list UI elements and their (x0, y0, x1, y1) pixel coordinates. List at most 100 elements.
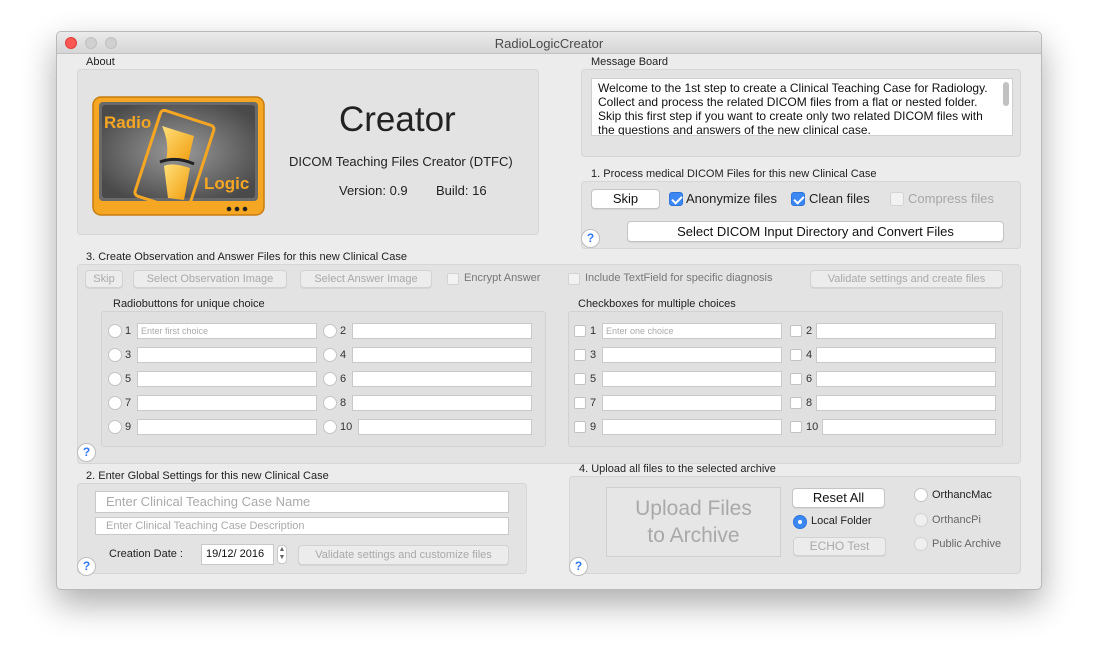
radio-choices-label: Radiobuttons for unique choice (113, 298, 265, 310)
checkbox-choice-10[interactable] (790, 421, 802, 433)
radio-choice-1[interactable] (108, 324, 122, 338)
step3-skip-button[interactable]: Skip (85, 270, 123, 288)
checkbox-choice-5[interactable] (574, 373, 586, 385)
checkbox-choice-4[interactable] (790, 349, 802, 361)
checkbox-choice-2[interactable] (790, 325, 802, 337)
message-board-panel: Welcome to the 1st step to create a Clin… (581, 69, 1021, 157)
checkbox-choice-field-1[interactable]: Enter one choice (602, 323, 782, 339)
anonymize-label: Anonymize files (686, 191, 778, 206)
radio-choice-number: 9 (125, 421, 132, 433)
checkbox-choice-number: 4 (806, 349, 813, 361)
upload-files-button[interactable]: Upload Files to Archive (606, 487, 781, 557)
checkbox-choice-number: 10 (806, 421, 819, 433)
about-label: About (86, 56, 115, 68)
radio-choice-5[interactable] (108, 372, 122, 386)
radio-choice-9[interactable] (108, 420, 122, 434)
orthanc-mac-radio[interactable] (914, 488, 928, 502)
checkbox-choice-field-8[interactable] (816, 395, 996, 411)
app-window: RadioLogicCreator About Radio Logic Crea… (56, 31, 1042, 590)
date-stepper[interactable]: ▲ ▼ (277, 545, 287, 564)
radiologic-logo: Radio Logic (92, 96, 265, 216)
radio-choice-3[interactable] (108, 348, 122, 362)
include-textfield-label: Include TextField for specific diagnosis (585, 272, 773, 284)
step4-help-button[interactable]: ? (569, 557, 588, 576)
radio-choice-field-2[interactable] (352, 323, 532, 339)
clean-files-label: Clean files (809, 191, 870, 206)
radio-choice-field-9[interactable] (137, 419, 317, 435)
echo-test-button[interactable]: ECHO Test (793, 537, 886, 556)
local-folder-radio[interactable] (793, 515, 807, 529)
step3-panel: Skip Select Observation Image Select Ans… (77, 264, 1021, 464)
radio-choice-field-1[interactable]: Enter first choice (137, 323, 317, 339)
select-answer-button[interactable]: Select Answer Image (300, 270, 432, 288)
radio-choice-field-4[interactable] (352, 347, 532, 363)
reset-all-button[interactable]: Reset All (792, 488, 885, 508)
checkbox-choice-field-3[interactable] (602, 347, 782, 363)
radio-choice-field-5[interactable] (137, 371, 317, 387)
radio-choice-field-10[interactable] (358, 419, 532, 435)
orthanc-pi-radio[interactable] (914, 513, 928, 527)
message-board-text: Welcome to the 1st step to create a Clin… (591, 78, 1013, 136)
compress-label: Compress files (908, 191, 994, 206)
radio-choice-10[interactable] (323, 420, 337, 434)
step1-help-button[interactable]: ? (581, 229, 600, 248)
radio-choice-field-3[interactable] (137, 347, 317, 363)
message-scrollbar[interactable] (1003, 82, 1009, 106)
title-bar: RadioLogicCreator (57, 32, 1041, 54)
step4-label: 4. Upload all files to the selected arch… (579, 463, 776, 475)
app-name: Creator (339, 100, 456, 139)
select-dicom-directory-button[interactable]: Select DICOM Input Directory and Convert… (627, 221, 1004, 242)
checkbox-choice-field-9[interactable] (602, 419, 782, 435)
checkbox-choice-6[interactable] (790, 373, 802, 385)
radio-choice-7[interactable] (108, 396, 122, 410)
radio-choice-8[interactable] (323, 396, 337, 410)
public-archive-label: Public Archive (932, 538, 1002, 550)
checkbox-choice-8[interactable] (790, 397, 802, 409)
validate-create-files-button[interactable]: Validate settings and create files (810, 270, 1003, 288)
step1-skip-button[interactable]: Skip (591, 189, 660, 209)
validate-customize-button[interactable]: Validate settings and customize files (298, 545, 509, 565)
compress-checkbox[interactable] (890, 192, 904, 206)
step2-panel: Enter Clinical Teaching Case Name Enter … (77, 483, 527, 576)
checkbox-choice-field-5[interactable] (602, 371, 782, 387)
public-archive-radio[interactable] (914, 537, 928, 551)
case-description-input[interactable]: Enter Clinical Teaching Case Description (95, 517, 509, 535)
radio-choice-2[interactable] (323, 324, 337, 338)
anonymize-checkbox[interactable] (669, 192, 683, 206)
creation-date-label: Creation Date : (109, 548, 183, 560)
checkbox-choice-number: 9 (590, 421, 597, 433)
checkbox-choice-number: 3 (590, 349, 597, 361)
radio-choice-6[interactable] (323, 372, 337, 386)
clean-files-checkbox[interactable] (791, 192, 805, 206)
checkbox-choice-field-2[interactable] (816, 323, 996, 339)
checkbox-choice-9[interactable] (574, 421, 586, 433)
version-text: Version: 0.9 (339, 183, 408, 198)
step3-help-button[interactable]: ? (77, 443, 96, 462)
radio-choice-4[interactable] (323, 348, 337, 362)
case-name-input[interactable]: Enter Clinical Teaching Case Name (95, 491, 509, 513)
encrypt-answer-checkbox[interactable] (447, 273, 459, 285)
checkbox-choice-field-10[interactable] (822, 419, 996, 435)
local-folder-label: Local Folder (811, 515, 872, 527)
radio-choice-field-8[interactable] (352, 395, 532, 411)
checkbox-choice-field-4[interactable] (816, 347, 996, 363)
step2-label: 2. Enter Global Settings for this new Cl… (86, 470, 329, 482)
checkbox-choice-field-6[interactable] (816, 371, 996, 387)
select-observation-button[interactable]: Select Observation Image (133, 270, 287, 288)
checkbox-choice-3[interactable] (574, 349, 586, 361)
checkbox-choice-number: 7 (590, 397, 597, 409)
window-title: RadioLogicCreator (494, 36, 604, 51)
radio-choice-field-6[interactable] (352, 371, 532, 387)
checkbox-choice-1[interactable] (574, 325, 586, 337)
checkbox-choice-field-7[interactable] (602, 395, 782, 411)
encrypt-answer-label: Encrypt Answer (464, 272, 541, 284)
checkbox-choice-number: 8 (806, 397, 813, 409)
radio-choice-field-7[interactable] (137, 395, 317, 411)
checkbox-choice-7[interactable] (574, 397, 586, 409)
creation-date-field[interactable]: 19/12/ 2016 (201, 544, 274, 565)
step1-panel: Skip Anonymize files Clean files Compres… (581, 181, 1021, 249)
orthanc-mac-label: OrthancMac (932, 489, 992, 501)
step2-help-button[interactable]: ? (77, 557, 96, 576)
include-textfield-checkbox[interactable] (568, 273, 580, 285)
radio-choice-number: 5 (125, 373, 132, 385)
